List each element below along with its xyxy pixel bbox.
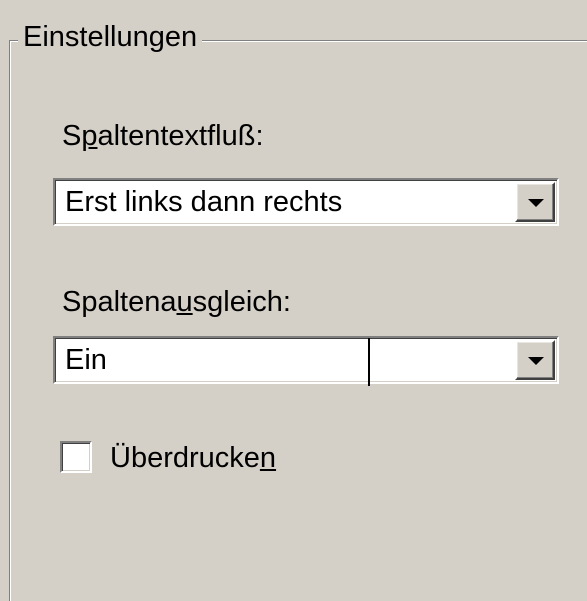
overprint-checkbox[interactable] [60, 441, 92, 473]
column-flow-value: Erst links dann rechts [65, 186, 343, 218]
settings-groupbox-title: Einstellungen [18, 15, 203, 59]
column-balance-label: Spaltenausgleich: [62, 286, 291, 318]
column-flow-combobox[interactable]: Erst links dann rechts [53, 178, 559, 226]
column-flow-label: Spaltentextfluß: [62, 120, 264, 152]
column-balance-text-divider [368, 338, 370, 386]
column-balance-combobox[interactable]: Ein [53, 336, 559, 386]
chevron-down-icon [528, 199, 544, 207]
column-flow-dropdown-button[interactable] [515, 182, 555, 222]
chevron-down-icon [528, 357, 544, 365]
overprint-label[interactable]: Überdrucken [110, 440, 276, 476]
column-balance-dropdown-button[interactable] [515, 340, 555, 380]
column-balance-value: Ein [65, 344, 107, 376]
